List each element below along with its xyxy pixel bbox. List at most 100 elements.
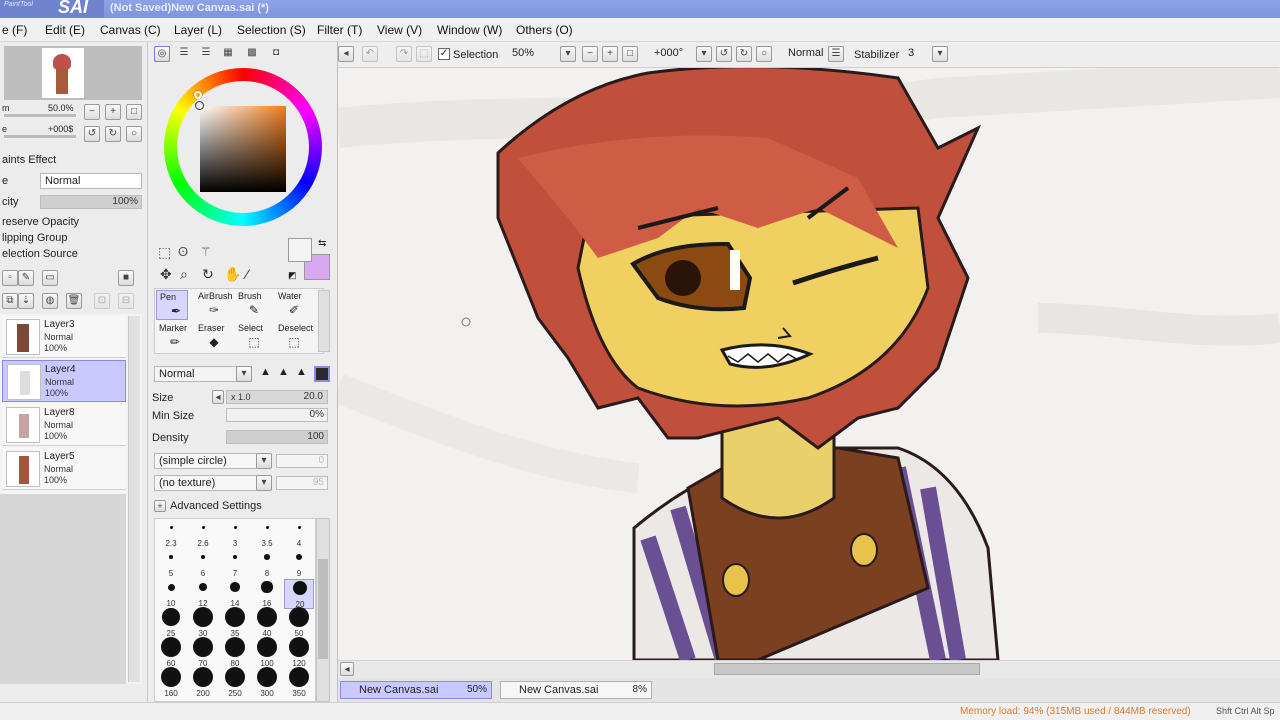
- menu-canvas[interactable]: Canvas (C): [100, 23, 161, 37]
- rotate-left-button[interactable]: ↺: [84, 126, 100, 142]
- brush-size-preset[interactable]: 14: [220, 579, 250, 609]
- zoom-slider[interactable]: [4, 114, 76, 117]
- brush-size-scrollbar[interactable]: [316, 518, 330, 702]
- stabilizer-dropdown-button[interactable]: ▾: [932, 46, 948, 62]
- size-multiplier-button[interactable]: ◂: [212, 390, 224, 404]
- brush-size-preset[interactable]: 3.5: [252, 519, 282, 549]
- zoom-dropdown-button[interactable]: ▾: [560, 46, 576, 62]
- scrollbar-thumb[interactable]: [714, 663, 980, 675]
- new-folder-button[interactable]: ▭: [42, 270, 58, 286]
- density-slider[interactable]: 100: [226, 430, 328, 444]
- brush-size-preset[interactable]: 5: [156, 549, 186, 579]
- canvas-tab[interactable]: New Canvas.sai 8%: [500, 681, 652, 699]
- drawing-canvas[interactable]: [338, 68, 1280, 660]
- layer-mask-button[interactable]: ◍: [42, 293, 58, 309]
- rgb-slider-tab[interactable]: ☰: [176, 46, 192, 62]
- brush-size-slider[interactable]: x 1.0 20.0: [226, 390, 328, 404]
- menu-edit[interactable]: Edit (E): [45, 23, 85, 37]
- swatches-tab[interactable]: ▦: [220, 46, 236, 62]
- menu-window[interactable]: Window (W): [437, 23, 502, 37]
- tool-deselect[interactable]: Deselect ⬚: [275, 322, 313, 352]
- brush-texture-dropdown-button[interactable]: ▾: [256, 475, 272, 491]
- brush-size-preset[interactable]: 50: [284, 607, 314, 639]
- toolbar-zoom-out-button[interactable]: −: [582, 46, 598, 62]
- brush-size-preset[interactable]: 200: [188, 667, 218, 699]
- toolbar-zoom-reset-button[interactable]: □: [622, 46, 638, 62]
- tool-select[interactable]: Select ⬚: [235, 322, 267, 352]
- menu-selection[interactable]: Selection (S): [237, 23, 306, 37]
- layer-opacity-slider[interactable]: 100%: [40, 195, 142, 209]
- brush-size-preset[interactable]: 60: [156, 637, 186, 669]
- rotate-right-button[interactable]: ↻: [105, 126, 121, 142]
- brush-size-preset[interactable]: 100: [252, 637, 282, 669]
- brush-size-preset[interactable]: 9: [284, 549, 314, 579]
- menu-others[interactable]: Others (O): [516, 23, 573, 37]
- saturation-value-square[interactable]: [195, 101, 286, 192]
- zoom-reset-button[interactable]: □: [126, 104, 142, 120]
- brush-size-preset[interactable]: 70: [188, 637, 218, 669]
- view-mode-select[interactable]: Normal: [784, 46, 824, 62]
- brush-size-preset[interactable]: 80: [220, 637, 250, 669]
- brush-size-preset[interactable]: 4: [284, 519, 314, 549]
- brush-size-preset[interactable]: 300: [252, 667, 282, 699]
- color-wheel-tab[interactable]: ◎: [154, 46, 170, 62]
- brush-size-preset[interactable]: 25: [156, 608, 186, 639]
- menu-filter[interactable]: Filter (T): [317, 23, 362, 37]
- toolbar-rotate-right-button[interactable]: ↻: [736, 46, 752, 62]
- zoom-icon[interactable]: ⌕: [180, 266, 188, 283]
- zoom-select[interactable]: 50%: [508, 46, 558, 62]
- selection-checkbox[interactable]: ✓: [438, 48, 450, 60]
- canvas-tab-active[interactable]: New Canvas.sai 50%: [340, 681, 492, 699]
- clear-layer-button[interactable]: ⊡: [94, 293, 110, 309]
- brush-size-preset[interactable]: 160: [156, 667, 186, 699]
- menu-view[interactable]: View (V): [377, 23, 422, 37]
- lasso-icon[interactable]: ʘ: [178, 244, 188, 259]
- zoom-out-button[interactable]: −: [84, 104, 100, 120]
- brush-size-preset[interactable]: 12: [188, 579, 218, 609]
- copy-layer-button[interactable]: ⧉: [2, 293, 18, 309]
- color-settings-tab[interactable]: ◘: [268, 46, 284, 62]
- color-picker-marker[interactable]: [195, 101, 204, 110]
- new-linework-layer-button[interactable]: ✎: [18, 270, 34, 286]
- brush-texture-select[interactable]: (no texture): [154, 475, 260, 491]
- menu-file[interactable]: e (F): [2, 23, 27, 37]
- tool-water[interactable]: Water ✐: [275, 290, 307, 320]
- undo-button[interactable]: ↶: [362, 46, 378, 62]
- brush-shape-select[interactable]: (simple circle): [154, 453, 260, 469]
- preserve-opacity-checkbox[interactable]: reserve Opacity: [2, 216, 79, 228]
- canvas-nav-button[interactable]: ◂: [338, 46, 354, 62]
- layer-item-selected[interactable]: Layer4 Normal 100%: [2, 360, 126, 402]
- stabilizer-select[interactable]: 3: [904, 46, 932, 62]
- brush-size-preset[interactable]: 10: [156, 579, 186, 609]
- canvas-horizontal-scrollbar[interactable]: ◂: [338, 660, 1280, 678]
- tool-grid-scrollbar[interactable]: [318, 290, 330, 352]
- brush-size-preset[interactable]: 120: [284, 637, 314, 669]
- toolbar-rotate-reset-button[interactable]: ○: [756, 46, 772, 62]
- brush-size-preset[interactable]: 7: [220, 549, 250, 579]
- advanced-settings-toggle[interactable]: +: [154, 500, 166, 512]
- hand-icon[interactable]: ✋: [224, 266, 241, 283]
- brush-size-preset[interactable]: 20: [284, 579, 314, 609]
- delete-layer-button[interactable]: 🗑: [66, 293, 82, 309]
- rotate-icon[interactable]: ↻: [202, 266, 214, 283]
- reset-colors-icon[interactable]: ◩: [288, 270, 297, 281]
- min-size-slider[interactable]: 0%: [226, 408, 328, 422]
- angle-dropdown-button[interactable]: ▾: [696, 46, 712, 62]
- new-layer-button[interactable]: ▫: [2, 270, 18, 286]
- brush-size-preset[interactable]: 30: [188, 607, 218, 639]
- selection-source-checkbox[interactable]: election Source: [2, 248, 78, 260]
- lock-layer-button[interactable]: ⊟: [118, 293, 134, 309]
- brush-size-preset[interactable]: 16: [252, 579, 282, 609]
- brush-size-preset[interactable]: 350: [284, 667, 314, 699]
- hue-marker[interactable]: [194, 91, 202, 99]
- layer-mode-select[interactable]: Normal: [40, 173, 142, 189]
- brush-shape-strength[interactable]: 0: [276, 454, 328, 468]
- clipping-group-checkbox[interactable]: lipping Group: [2, 232, 67, 244]
- brush-size-preset[interactable]: 3: [220, 519, 250, 549]
- brush-texture-strength[interactable]: 95: [276, 476, 328, 490]
- tool-marker[interactable]: Marker ✏: [156, 322, 188, 352]
- magic-wand-icon[interactable]: ⚚: [200, 244, 212, 260]
- layer-item[interactable]: Layer3 Normal 100%: [2, 316, 126, 358]
- layer-square-button[interactable]: ■: [118, 270, 134, 286]
- rect-select-icon[interactable]: ⬚: [158, 244, 171, 261]
